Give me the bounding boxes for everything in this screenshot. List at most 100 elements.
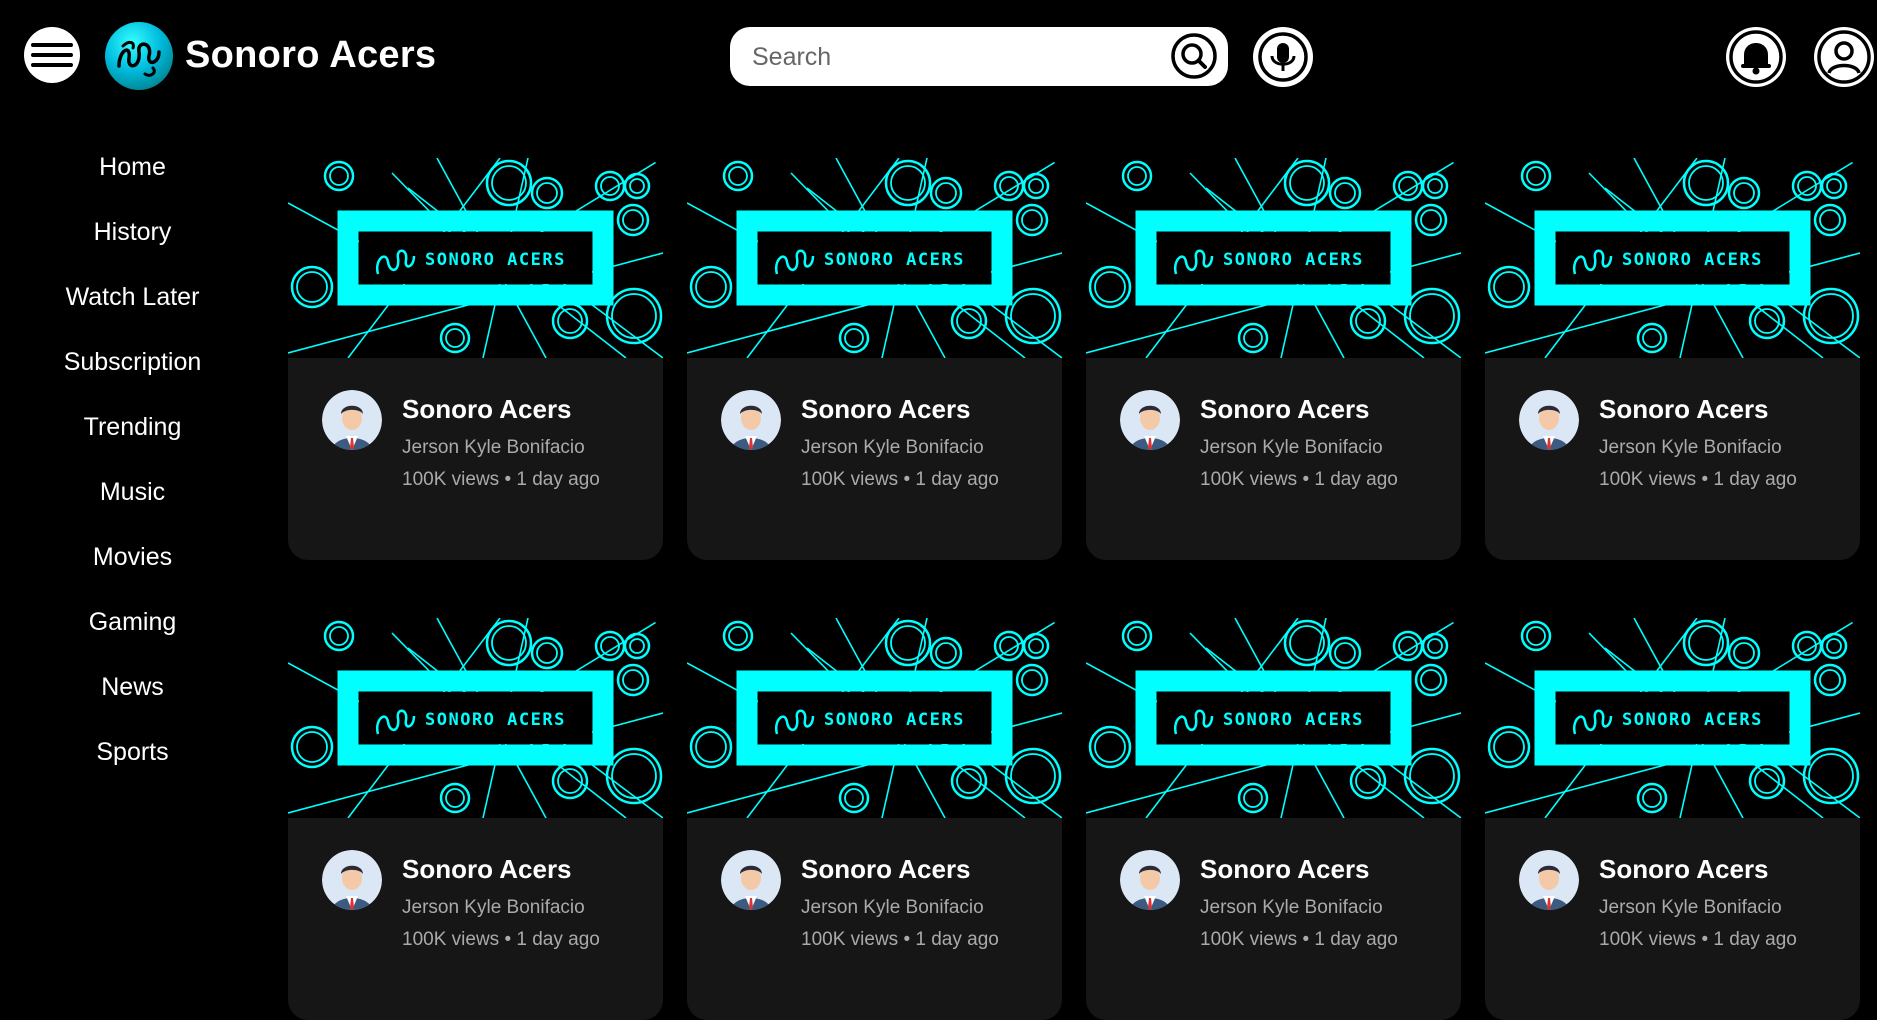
thumbnail-circle [935,182,957,204]
video-thumbnail[interactable]: SONORO ACERS [687,158,1062,359]
thumbnail-text: SONORO ACERS [824,250,965,270]
app-title[interactable]: Sonoro Acers [185,34,436,77]
avatar[interactable] [1519,850,1579,910]
channel-name[interactable]: Jerson Kyle Bonifacio [801,437,984,459]
thumbnail-graphic: SONORO ACERS [1086,618,1461,819]
thumbnail-circle [1802,747,1860,805]
avatar-icon [1120,390,1180,450]
channel-name[interactable]: Jerson Kyle Bonifacio [1599,437,1782,459]
thumbnail-circle [622,209,644,231]
thumbnail-circle [605,747,663,805]
sidebar: Home History Watch Later Subscription Tr… [0,135,265,785]
voice-search-button[interactable] [1253,27,1313,87]
video-thumbnail[interactable]: SONORO ACERS [1485,618,1860,819]
thumbnail-circle [1487,265,1531,309]
video-title[interactable]: Sonoro Acers [402,854,572,885]
avatar[interactable] [1120,850,1180,910]
video-title[interactable]: Sonoro Acers [801,394,971,425]
thumbnail-circle [1688,625,1724,661]
avatar[interactable] [322,390,382,450]
sidebar-item-trending[interactable]: Trending [0,395,265,460]
thumbnail-circle [1094,271,1126,303]
sidebar-item-subscription[interactable]: Subscription [0,330,265,395]
thumbnail-circle [445,328,465,348]
thumbnail-circle [290,725,334,769]
avatar-icon [322,850,382,910]
notifications-button[interactable] [1726,27,1786,87]
video-title[interactable]: Sonoro Acers [402,394,572,425]
video-thumbnail[interactable]: SONORO ACERS [288,618,663,819]
video-title[interactable]: Sonoro Acers [1200,394,1370,425]
thumbnail-circle [1420,209,1442,231]
avatar[interactable] [1519,390,1579,450]
thumbnail-circle [884,159,932,207]
thumbnail-circle [1493,271,1525,303]
avatar[interactable] [1120,390,1180,450]
video-card[interactable]: SONORO ACERS Sonoro Acers Jerson Kyle Bo… [1086,618,1461,1020]
thumbnail-circle [1682,619,1730,667]
avatar-icon [1120,850,1180,910]
thumbnail-circle [890,625,926,661]
logo-icon[interactable] [105,22,173,90]
avatar[interactable] [721,390,781,450]
thumbnail-circle [689,265,733,309]
channel-name[interactable]: Jerson Kyle Bonifacio [1200,437,1383,459]
video-title[interactable]: Sonoro Acers [1599,394,1769,425]
channel-name[interactable]: Jerson Kyle Bonifacio [402,437,585,459]
video-thumbnail[interactable]: SONORO ACERS [687,618,1062,819]
sidebar-item-music[interactable]: Music [0,460,265,525]
video-card[interactable]: SONORO ACERS Sonoro Acers Jerson Kyle Bo… [1485,158,1860,560]
thumbnail-circle [1243,328,1263,348]
thumbnail-circle [1421,632,1449,660]
channel-name[interactable]: Jerson Kyle Bonifacio [801,897,984,919]
sidebar-item-movies[interactable]: Movies [0,525,265,590]
video-thumbnail[interactable]: SONORO ACERS [288,158,663,359]
thumbnail-circle [1289,625,1325,661]
video-thumbnail[interactable]: SONORO ACERS [1485,158,1860,359]
thumbnail-circle [1427,638,1443,654]
menu-button[interactable] [24,27,80,83]
sidebar-item-watch-later[interactable]: Watch Later [0,265,265,330]
avatar[interactable] [322,850,382,910]
video-card[interactable]: SONORO ACERS Sonoro Acers Jerson Kyle Bo… [288,158,663,560]
search-input[interactable] [750,27,1154,88]
thumbnail-circle [1088,725,1132,769]
thumbnail-circle [485,159,533,207]
thumbnail-circle [536,642,558,664]
thumbnail-circle [1802,287,1860,345]
account-icon [1817,30,1871,84]
thumbnail-circle [1010,293,1056,339]
video-title[interactable]: Sonoro Acers [801,854,971,885]
thumbnail-circle [445,788,465,808]
channel-name[interactable]: Jerson Kyle Bonifacio [402,897,585,919]
channel-name[interactable]: Jerson Kyle Bonifacio [1200,897,1383,919]
video-meta: 100K views • 1 day ago [1599,929,1797,950]
search-icon[interactable] [1171,33,1217,79]
video-thumbnail[interactable]: SONORO ACERS [1086,158,1461,359]
sidebar-item-gaming[interactable]: Gaming [0,590,265,655]
video-card[interactable]: SONORO ACERS Sonoro Acers Jerson Kyle Bo… [1485,618,1860,1020]
sidebar-item-home[interactable]: Home [0,135,265,200]
video-title[interactable]: Sonoro Acers [1200,854,1370,885]
video-card[interactable]: SONORO ACERS Sonoro Acers Jerson Kyle Bo… [288,618,663,1020]
channel-name[interactable]: Jerson Kyle Bonifacio [1599,897,1782,919]
thumbnail-circle [1733,182,1755,204]
video-card[interactable]: SONORO ACERS Sonoro Acers Jerson Kyle Bo… [687,618,1062,1020]
thumbnail-text: SONORO ACERS [824,710,965,730]
video-thumbnail[interactable]: SONORO ACERS [1086,618,1461,819]
sidebar-item-news[interactable]: News [0,655,265,720]
account-button[interactable] [1814,27,1874,87]
thumbnail-circle [1289,165,1325,201]
avatar[interactable] [721,850,781,910]
thumbnail-circle [728,166,748,186]
thumbnail-circle [1010,753,1056,799]
video-meta: 100K views • 1 day ago [1200,469,1398,490]
video-card[interactable]: SONORO ACERS Sonoro Acers Jerson Kyle Bo… [1086,158,1461,560]
sidebar-item-history[interactable]: History [0,200,265,265]
video-card[interactable]: SONORO ACERS Sonoro Acers Jerson Kyle Bo… [687,158,1062,560]
thumbnail-circle [728,626,748,646]
video-title[interactable]: Sonoro Acers [1599,854,1769,885]
sidebar-item-sports[interactable]: Sports [0,720,265,785]
menu-icon-bar [31,63,73,67]
thumbnail-circle [1493,731,1525,763]
